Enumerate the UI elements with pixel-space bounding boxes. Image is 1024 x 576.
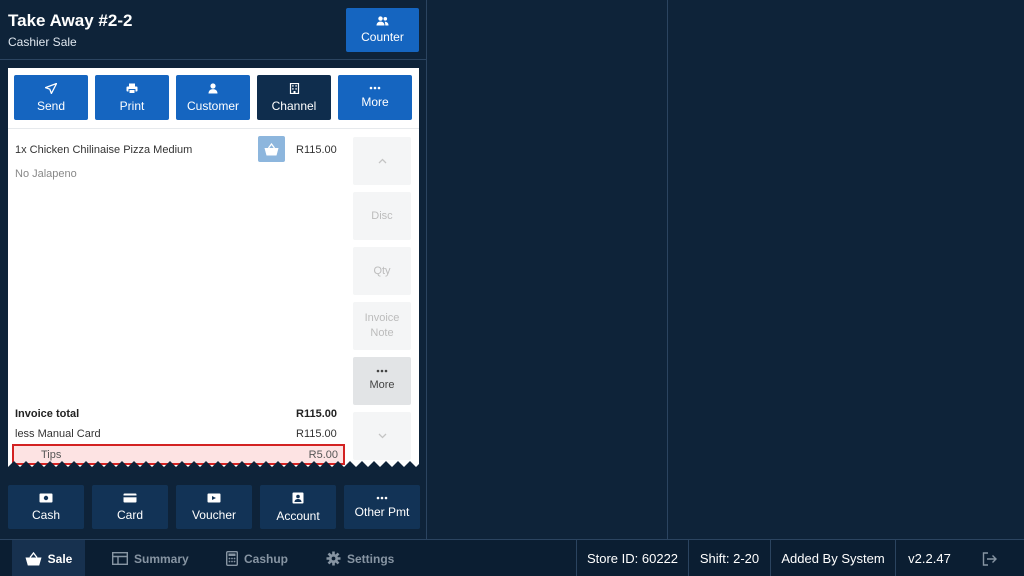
panel-divider [667, 0, 668, 539]
order-card: Send Print Customer Channel More 1x Chic… [8, 68, 419, 467]
logout-icon [982, 551, 997, 566]
card-divider [8, 128, 419, 129]
more-actions-button[interactable]: More [338, 75, 412, 120]
tab-settings-label: Settings [347, 551, 395, 566]
voucher-label: Voucher [191, 507, 237, 522]
tab-cashup-label: Cashup [244, 551, 289, 566]
dots-icon [376, 369, 388, 373]
invoice-total-value: R115.00 [296, 408, 337, 420]
added-by: Added By System [770, 540, 895, 576]
chevron-down-icon [378, 433, 386, 439]
channel-label: Channel [271, 98, 317, 113]
tab-summary-label: Summary [134, 551, 189, 566]
order-item-name[interactable]: 1x Chicken Chilinaise Pizza Medium [15, 144, 192, 156]
person-icon [208, 82, 218, 93]
building-icon [289, 82, 299, 94]
order-item-modifier: No Jalapeno [15, 168, 77, 180]
account-label: Account [276, 508, 320, 523]
dots-icon [369, 86, 381, 90]
card-button[interactable]: Card [92, 485, 168, 529]
invoice-note-button[interactable]: Invoice Note [353, 302, 411, 350]
tab-cashup[interactable]: Cashup [226, 540, 288, 576]
print-button[interactable]: Print [95, 75, 169, 120]
cash-button[interactable]: Cash [8, 485, 84, 529]
basket-button[interactable] [258, 136, 285, 162]
invoice-note-label-1: Invoice [364, 312, 400, 324]
tab-summary[interactable]: Summary [112, 540, 189, 576]
send-button[interactable]: Send [14, 75, 88, 120]
send-icon [45, 82, 57, 94]
basket-icon [25, 551, 42, 565]
invoice-total-label: Invoice total [15, 408, 80, 420]
qty-label: Qty [373, 264, 391, 277]
qty-button[interactable]: Qty [353, 247, 411, 295]
shift-id: Shift: 2-20 [688, 540, 770, 576]
less-card-value: R115.00 [296, 428, 337, 440]
account-icon [292, 492, 304, 503]
more-actions-label: More [361, 95, 389, 109]
voucher-icon [207, 493, 221, 502]
send-label: Send [36, 98, 66, 113]
other-payment-label: Other Pmt [354, 504, 410, 519]
tab-settings[interactable]: Settings [326, 540, 394, 576]
sale-header: Take Away #2-2 Cashier Sale Counter [0, 0, 426, 60]
people-icon [376, 16, 389, 26]
action-row: Send Print Customer Channel More [14, 75, 412, 120]
side-more-button[interactable]: More [353, 357, 411, 405]
counter-label: Counter [361, 30, 404, 44]
cash-icon [39, 493, 53, 502]
side-more-label: More [369, 379, 395, 391]
app-version: v2.2.47 [895, 540, 963, 576]
invoice-note-label-2: Note [370, 327, 394, 339]
basket-icon [264, 142, 279, 155]
counter-button[interactable]: Counter [346, 8, 419, 52]
panel-divider [426, 0, 427, 539]
scroll-up-button[interactable] [353, 137, 411, 185]
less-card-label: less Manual Card [15, 428, 101, 440]
receipt-zigzag-edge [8, 461, 419, 467]
disc-label: Disc [371, 209, 393, 222]
channel-button[interactable]: Channel [257, 75, 331, 120]
customer-button[interactable]: Customer [176, 75, 250, 120]
cash-label: Cash [31, 507, 60, 522]
tips-value: R5.00 [308, 449, 338, 461]
tab-sale[interactable]: Sale [12, 540, 85, 576]
logout-button[interactable] [976, 540, 1002, 576]
payment-row: Cash Card Voucher Account Other Pmt [8, 485, 420, 529]
calculator-icon [226, 551, 238, 566]
order-item-price: R115.00 [296, 144, 337, 156]
voucher-button[interactable]: Voucher [176, 485, 252, 529]
dots-icon [376, 496, 388, 499]
card-label: Card [116, 507, 143, 522]
other-payment-button[interactable]: Other Pmt [344, 485, 420, 529]
disc-button[interactable]: Disc [353, 192, 411, 240]
card-icon [123, 493, 137, 502]
account-button[interactable]: Account [260, 485, 336, 529]
store-id: Store ID: 60222 [576, 540, 688, 576]
bottom-bar: Sale Summary Cashup Settings Store ID: 6… [0, 539, 1024, 576]
scroll-down-button[interactable] [353, 412, 411, 460]
table-icon [112, 552, 128, 565]
tips-label: Tips [41, 449, 62, 461]
left-panel: Take Away #2-2 Cashier Sale Counter Send… [0, 0, 426, 539]
page-title: Take Away #2-2 [8, 11, 133, 30]
tab-sale-label: Sale [47, 551, 73, 566]
customer-label: Customer [186, 98, 239, 113]
chevron-up-icon [378, 158, 386, 164]
page-subtitle: Cashier Sale [8, 35, 77, 49]
print-label: Print [119, 98, 145, 113]
printer-icon [126, 83, 138, 94]
gear-icon [326, 551, 341, 566]
